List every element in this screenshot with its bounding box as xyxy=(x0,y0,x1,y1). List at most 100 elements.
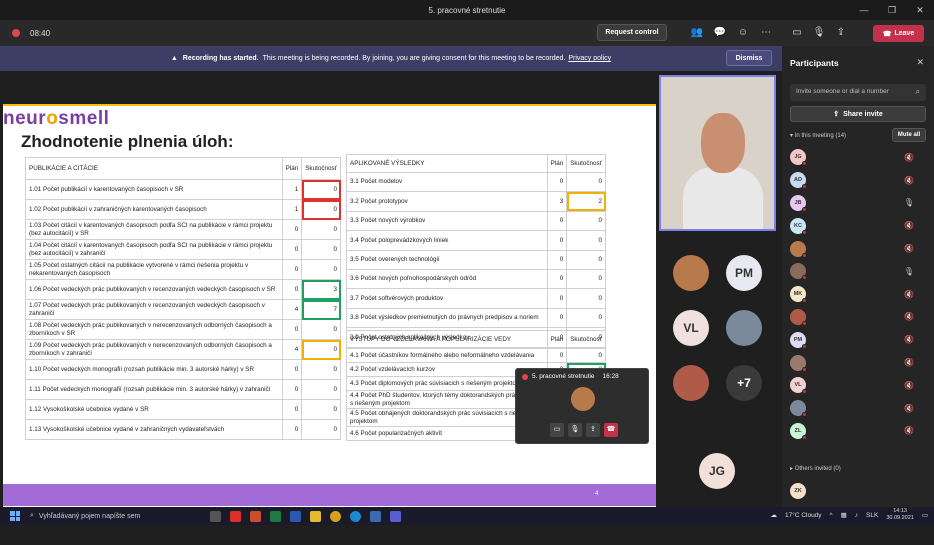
participant-row[interactable]: PM 🔇 xyxy=(782,328,934,351)
participant-row[interactable]: JG 🔇 xyxy=(782,146,934,169)
acrobat-icon[interactable] xyxy=(230,510,241,522)
taskbar-search[interactable]: ⌕ Vyhľadávaný pojem napíšte sem xyxy=(30,509,190,523)
participant-row[interactable]: 🎙 xyxy=(782,260,934,283)
mic-icon[interactable]: 🎙 xyxy=(904,198,914,207)
slide-footer: 4 xyxy=(3,484,656,506)
taskbar-apps xyxy=(210,510,401,522)
weather-text[interactable]: 17°C Cloudy xyxy=(785,512,822,519)
mic-icon[interactable]: 🎙 xyxy=(568,423,582,437)
word-icon[interactable] xyxy=(290,510,301,522)
leave-button[interactable]: ☎ Leave xyxy=(873,25,924,42)
avatar-initials: AD xyxy=(794,177,802,184)
video-tiles: PM VL +7 JG xyxy=(659,75,776,545)
mic-off-icon[interactable]: 🔇 xyxy=(904,358,914,367)
maximize-icon[interactable]: ❐ xyxy=(878,0,906,20)
privacy-link[interactable]: Privacy policy xyxy=(568,55,611,62)
excel-icon[interactable] xyxy=(270,510,281,522)
table-row: 3.2 Počet prototypov 3 2 xyxy=(346,191,606,212)
participant-row[interactable]: AD 🔇 xyxy=(782,169,934,192)
mic-off-icon[interactable]: 🎙 xyxy=(812,26,826,40)
mic-off-icon[interactable]: 🔇 xyxy=(904,404,914,413)
dismiss-button[interactable]: Dismiss xyxy=(726,50,772,66)
mic-off-icon[interactable]: 🔇 xyxy=(904,312,914,321)
participant-row[interactable]: 🔇 xyxy=(782,397,934,420)
participant-row[interactable]: VL 🔇 xyxy=(782,374,934,397)
teams-icon[interactable] xyxy=(390,510,401,522)
participant-row[interactable]: 🔇 xyxy=(782,306,934,329)
hangup-icon[interactable]: ☎ xyxy=(604,423,618,437)
task-view-icon[interactable] xyxy=(210,510,221,522)
volume-icon[interactable]: ♪ xyxy=(855,512,858,519)
tray-chevron-icon[interactable]: ^ xyxy=(830,512,833,519)
invited-row[interactable]: ZK xyxy=(782,480,934,503)
share-screen-icon[interactable]: ⇪ xyxy=(834,26,848,40)
clock[interactable]: 14:13 30.09.2021 xyxy=(886,508,914,522)
participant-tile-jg[interactable]: JG xyxy=(699,453,735,489)
reactions-icon[interactable]: ☺ xyxy=(736,26,750,40)
mic-off-icon[interactable]: 🔇 xyxy=(904,290,914,299)
explorer-icon[interactable] xyxy=(310,510,321,522)
share-icon[interactable]: ⇪ xyxy=(586,423,600,437)
close-panel-icon[interactable]: ✕ xyxy=(916,57,924,68)
powerpoint-icon[interactable] xyxy=(250,510,261,522)
mute-all-button[interactable]: Mute all xyxy=(892,128,926,142)
participant-row[interactable]: KC 🔇 xyxy=(782,214,934,237)
more-icon[interactable]: ⋯ xyxy=(759,26,773,40)
meeting-stage: neurosmell Zhodnotenie plnenia úloh: PUB… xyxy=(0,71,782,516)
table-row: 1.08 Počet vedeckých prác publikovaných … xyxy=(25,319,341,340)
actual-value: 2 xyxy=(566,191,606,212)
people-icon[interactable]: 👥 xyxy=(690,26,704,40)
windows-start-icon[interactable] xyxy=(10,511,20,521)
network-icon[interactable]: ▦ xyxy=(841,511,847,519)
others-invited-heading[interactable]: ▸ Others invited (0) xyxy=(790,465,841,472)
mic-off-icon[interactable]: 🔇 xyxy=(904,176,914,185)
close-icon[interactable]: ✕ xyxy=(906,0,934,20)
mic-off-icon[interactable]: 🔇 xyxy=(904,221,914,230)
in-meeting-heading[interactable]: ▾ In this meeting (14) xyxy=(790,132,846,139)
more-participants-tile[interactable]: +7 xyxy=(726,365,762,401)
notifications-icon[interactable]: ▭ xyxy=(922,511,928,519)
chrome-icon[interactable] xyxy=(330,510,341,522)
neurosmell-logo: neurosmell xyxy=(3,108,110,129)
row-label: 3.3 Počet nových výrobkov xyxy=(346,210,548,232)
avatar-initials: ZL xyxy=(794,427,802,434)
chat-icon[interactable]: 💬 xyxy=(713,26,727,40)
participant-tile-vl[interactable]: VL xyxy=(673,310,709,346)
language-indicator[interactable]: SLK xyxy=(866,512,878,519)
leave-label: Leave xyxy=(894,30,915,37)
row-label: 1.09 Počet vedeckých prác publikovaných … xyxy=(25,339,283,360)
minimize-icon[interactable]: — xyxy=(850,0,878,20)
request-control-button[interactable]: Request control xyxy=(597,24,667,41)
mic-off-icon[interactable]: 🔇 xyxy=(904,335,914,344)
participant-row[interactable]: 🔇 xyxy=(782,237,934,260)
table-row: 1.12 Vysokoškolské učebnice vydané v SR 0… xyxy=(25,399,341,420)
row-label: 3.7 Počet softvérových produktov xyxy=(346,288,548,309)
participant-tile-photo-2[interactable] xyxy=(726,310,762,346)
participant-tile-photo-3[interactable] xyxy=(673,365,709,401)
plan-value: 0 xyxy=(281,319,303,340)
recording-indicator: 08:40 xyxy=(12,29,50,38)
mic-off-icon[interactable]: 🔇 xyxy=(904,153,914,162)
camera-off-icon[interactable]: ▭ xyxy=(790,26,804,40)
plan-value: 0 xyxy=(546,210,568,232)
participant-tile-photo-1[interactable] xyxy=(673,255,709,291)
speaker-video[interactable] xyxy=(659,75,776,231)
weather-icon: ☁ xyxy=(770,512,777,519)
invite-input[interactable]: Invite someone or dial a number ⌕ xyxy=(790,84,926,101)
participant-row[interactable]: ZL 🔇 xyxy=(782,420,934,443)
meeting-popout[interactable]: 5. pracovné stretnutie 16:28 ▭ 🎙 ⇪ ☎ xyxy=(515,368,649,444)
edge-icon[interactable] xyxy=(350,510,361,522)
photos-icon[interactable] xyxy=(370,510,381,522)
camera-icon[interactable]: ▭ xyxy=(550,423,564,437)
participant-row[interactable]: JB 🎙 xyxy=(782,192,934,215)
speaker-body xyxy=(683,167,763,229)
participant-row[interactable]: 🔇 xyxy=(782,351,934,374)
participant-tile-pm[interactable]: PM xyxy=(726,255,762,291)
mic-icon[interactable]: 🎙 xyxy=(904,267,914,276)
participant-row[interactable]: MK 🔇 xyxy=(782,283,934,306)
table-row: 3.3 Počet nových výrobkov 0 0 xyxy=(346,210,606,232)
mic-off-icon[interactable]: 🔇 xyxy=(904,426,914,435)
mic-off-icon[interactable]: 🔇 xyxy=(904,244,914,253)
mic-off-icon[interactable]: 🔇 xyxy=(904,381,914,390)
share-invite-button[interactable]: ⇪ Share invite xyxy=(790,106,926,122)
